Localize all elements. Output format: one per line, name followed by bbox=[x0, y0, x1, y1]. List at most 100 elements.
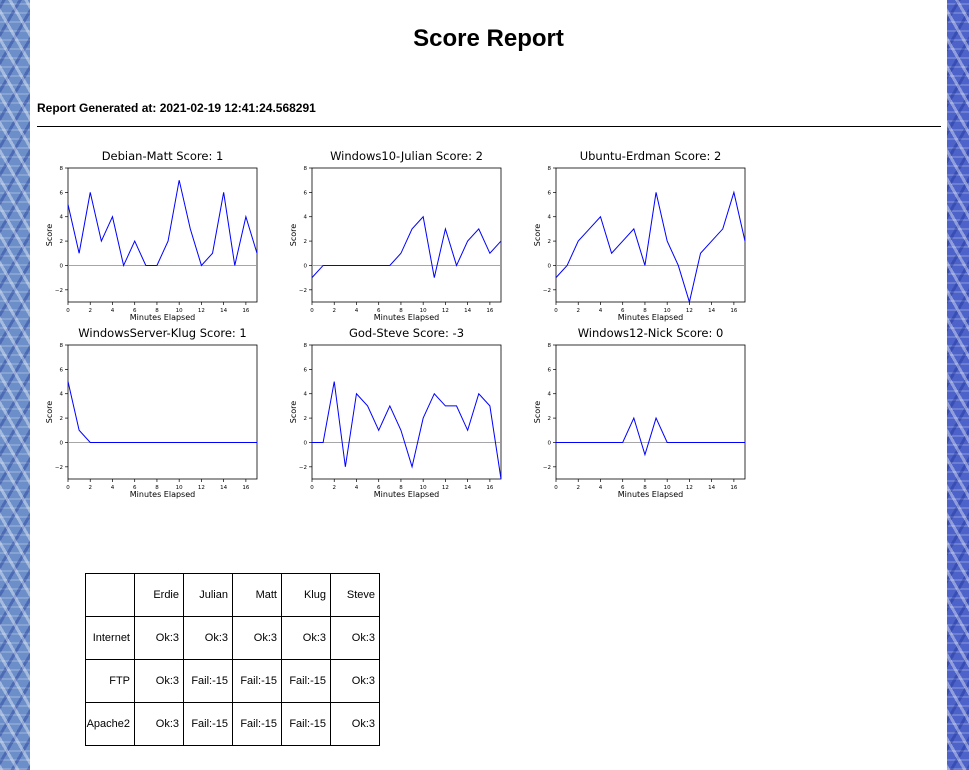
score-series-line bbox=[556, 416, 745, 457]
y-tick-label: 6 bbox=[304, 367, 308, 373]
y-tick-label: 4 bbox=[60, 215, 64, 221]
chart-svg: Ubuntu-Erdman Score: 20 2 4 6 8 10 12 14 16−2024… bbox=[533, 149, 746, 322]
y-tick-label: 6 bbox=[304, 190, 308, 196]
y-tick-label: 4 bbox=[60, 392, 64, 398]
y-axis-label: Score bbox=[289, 224, 298, 246]
report-content: Score Report Report Generated at: 2021-0… bbox=[30, 0, 947, 770]
y-tick-label: 6 bbox=[548, 367, 552, 373]
table-cell: Ok:3 bbox=[134, 702, 184, 746]
table-header-row: Erdie Julian Matt Klug Steve bbox=[85, 573, 380, 617]
y-tick-label: 0 bbox=[304, 440, 308, 446]
y-tick-label: 8 bbox=[304, 343, 308, 349]
table-cell: Ok:3 bbox=[134, 616, 184, 660]
y-axis-label: Score bbox=[533, 401, 542, 423]
table-row: FTP Ok:3 Fail:-15 Fail:-15 Fail:-15 Ok:3 bbox=[85, 659, 380, 703]
table-row: Apache2 Ok:3 Fail:-15 Fail:-15 Fail:-15 … bbox=[85, 702, 380, 746]
chart-svg: Debian-Matt Score: 10 2 4 6 8 10 12 14 16−202468… bbox=[45, 149, 258, 322]
chart-windowsserver-klug: WindowsServer-Klug Score: 1 0 2 4 6 8 10 12 14 16… bbox=[40, 325, 270, 499]
chart-title: Windows12-Nick Score: 0 bbox=[578, 326, 724, 340]
y-axis-label: Score bbox=[45, 224, 54, 246]
x-tick-label: 12 bbox=[198, 308, 205, 314]
chart-god-steve: God-Steve Score: -3 0 2 4 6 8 10 12 14 16 −2 0 2 4 6 8 M… bbox=[284, 325, 514, 499]
x-tick-label: 12 bbox=[198, 485, 205, 491]
x-tick-label: 2 bbox=[576, 308, 580, 314]
x-tick-label: 12 bbox=[442, 308, 449, 314]
x-tick-label: 2 bbox=[332, 308, 336, 314]
y-tick-label: 4 bbox=[548, 215, 552, 221]
table-cell: Ok:3 bbox=[134, 659, 184, 703]
table-header-cell bbox=[85, 573, 135, 617]
x-tick-label: 14 bbox=[220, 308, 227, 314]
table-cell: Fail:-15 bbox=[232, 702, 282, 746]
x-tick-label: 4 bbox=[111, 308, 115, 314]
y-tick-label: 8 bbox=[60, 343, 64, 349]
chart-frame bbox=[555, 344, 746, 480]
y-axis-label: Score bbox=[289, 401, 298, 423]
table-cell: Ok:3 bbox=[232, 616, 282, 660]
x-tick-label: 14 bbox=[220, 485, 227, 491]
y-tick-label: 8 bbox=[304, 166, 308, 172]
chart-title: Debian-Matt Score: 1 bbox=[102, 149, 224, 163]
table-row-label: FTP bbox=[85, 659, 135, 703]
chart-frame bbox=[67, 344, 258, 480]
x-tick-label: 12 bbox=[686, 485, 693, 491]
y-tick-label: 2 bbox=[60, 416, 64, 422]
table-cell: Ok:3 bbox=[281, 616, 331, 660]
x-tick-label: 14 bbox=[708, 485, 715, 491]
table-header-cell: Erdie bbox=[134, 573, 184, 617]
y-tick-label: 8 bbox=[548, 343, 552, 349]
x-tick-label: 16 bbox=[242, 308, 249, 314]
x-tick-label: 2 bbox=[88, 308, 92, 314]
score-table: Erdie Julian Matt Klug Steve Internet Ok… bbox=[85, 573, 380, 746]
table-cell: Fail:-15 bbox=[281, 659, 331, 703]
y-axis-label: Score bbox=[45, 401, 54, 423]
x-tick-label: 16 bbox=[730, 485, 737, 491]
x-tick-label: 4 bbox=[111, 485, 115, 491]
y-tick-label: 2 bbox=[304, 416, 308, 422]
y-tick-label: 2 bbox=[304, 239, 308, 245]
table-cell: Fail:-15 bbox=[232, 659, 282, 703]
chart-svg: God-Steve Score: -30 2 4 6 8 10 12 14 16−202468M… bbox=[289, 326, 502, 499]
score-series-line bbox=[67, 180, 258, 268]
x-tick-label: 14 bbox=[464, 485, 471, 491]
chart-frame bbox=[311, 344, 502, 480]
left-decorative-border bbox=[0, 0, 30, 770]
x-tick-label: 0 bbox=[554, 308, 558, 314]
table-row-label: Internet bbox=[85, 616, 135, 660]
x-tick-label: 16 bbox=[242, 485, 249, 491]
x-axis-label: Minutes Elapsed bbox=[130, 490, 195, 499]
table-cell: Fail:-15 bbox=[183, 702, 233, 746]
y-tick-label: 2 bbox=[548, 416, 552, 422]
y-tick-label: −2 bbox=[55, 465, 63, 471]
y-tick-label: 6 bbox=[60, 367, 64, 373]
x-axis-label: Minutes Elapsed bbox=[618, 490, 683, 499]
x-axis-label: Minutes Elapsed bbox=[618, 313, 683, 322]
table-cell: Fail:-15 bbox=[183, 659, 233, 703]
x-tick-label: 4 bbox=[599, 308, 603, 314]
y-tick-label: 2 bbox=[60, 239, 64, 245]
chart-svg: Windows12-Nick Score: 00 2 4 6 8 10 12 14 16−202… bbox=[533, 326, 746, 499]
chart-windows12-nick: Windows12-Nick Score: 0 0 2 4 6 8 10 12 14 16 −2 0 2… bbox=[528, 325, 758, 499]
y-tick-label: 0 bbox=[548, 440, 552, 446]
x-tick-label: 2 bbox=[332, 485, 336, 491]
table-header-cell: Matt bbox=[232, 573, 282, 617]
chart-ubuntu-erdman: Ubuntu-Erdman Score: 2 0 2 4 6 8 10 12 14 16 −2 0 2 4… bbox=[528, 148, 758, 322]
y-tick-label: −2 bbox=[543, 465, 551, 471]
horizontal-divider bbox=[37, 126, 941, 127]
x-axis-label: Minutes Elapsed bbox=[130, 313, 195, 322]
x-tick-label: 16 bbox=[486, 485, 493, 491]
y-tick-label: −2 bbox=[55, 288, 63, 294]
x-tick-label: 0 bbox=[66, 485, 70, 491]
score-series-line bbox=[67, 381, 257, 443]
table-header-cell: Klug bbox=[281, 573, 331, 617]
table-cell: Ok:3 bbox=[183, 616, 233, 660]
table-header-cell: Julian bbox=[183, 573, 233, 617]
table-cell: Ok:3 bbox=[330, 616, 380, 660]
x-tick-label: 4 bbox=[599, 485, 603, 491]
chart-svg: Windows10-Julian Score: 20 2 4 6 8 10 12 14 16−2… bbox=[289, 149, 502, 322]
chart-frame bbox=[67, 167, 258, 303]
x-tick-label: 16 bbox=[730, 308, 737, 314]
y-axis-label: Score bbox=[533, 224, 542, 246]
chart-windows10-julian: Windows10-Julian Score: 2 0 2 4 6 8 10 12 14 16 −2… bbox=[284, 148, 514, 322]
x-tick-label: 12 bbox=[686, 308, 693, 314]
